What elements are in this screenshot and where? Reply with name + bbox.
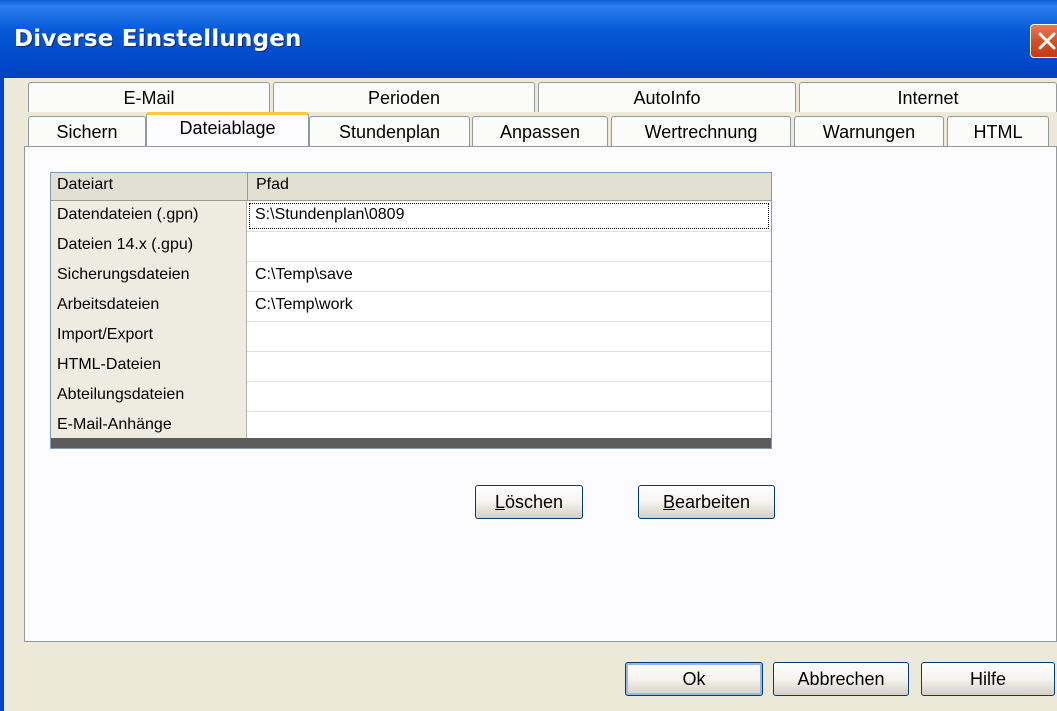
file-type-cell: Sicherungsdateien <box>51 261 247 291</box>
table-row[interactable]: Datendateien (.gpn) S:\Stundenplan\0809 <box>51 201 771 232</box>
tab-wertrechnung[interactable]: Wertrechnung <box>611 116 791 146</box>
path-cell[interactable]: C:\Temp\work <box>247 291 771 321</box>
tab-warnungen[interactable]: Warnungen <box>794 116 944 146</box>
tab-label: Sichern <box>56 122 118 142</box>
tab-stundenplan[interactable]: Stundenplan <box>309 116 470 146</box>
file-type-cell: Datendateien (.gpn) <box>51 201 247 231</box>
table-row[interactable]: Arbeitsdateien C:\Temp\work <box>51 291 771 322</box>
file-type-cell: Abteilungsdateien <box>51 381 247 411</box>
delete-button[interactable]: Löschen <box>475 485 583 519</box>
tab-label: AutoInfo <box>633 88 701 108</box>
file-type-cell: Dateien 14.x (.gpu) <box>51 231 247 261</box>
close-icon <box>1038 32 1056 50</box>
delete-mnemonic: L <box>494 492 505 512</box>
file-location-grid[interactable]: Dateiart Pfad Datendateien (.gpn) S:\Stu… <box>50 172 772 449</box>
window-title: Diverse Einstellungen <box>14 26 302 52</box>
tab-dateiablage[interactable]: Dateiablage <box>146 112 309 146</box>
ok-button[interactable]: Ok <box>625 662 763 696</box>
file-type-cell: Arbeitsdateien <box>51 291 247 321</box>
path-cell[interactable] <box>247 411 771 441</box>
table-row[interactable]: HTML-Dateien <box>51 351 771 382</box>
path-cell[interactable]: S:\Stundenplan\0809 <box>247 201 771 231</box>
cancel-button[interactable]: Abbrechen <box>773 662 909 696</box>
path-cell[interactable] <box>247 351 771 381</box>
path-cell[interactable] <box>247 321 771 351</box>
tab-label: E-Mail <box>123 88 175 108</box>
grid-footer-bar <box>51 438 771 448</box>
title-bar: Diverse Einstellungen <box>0 0 1057 78</box>
table-row[interactable]: Sicherungsdateien C:\Temp\save <box>51 261 771 292</box>
tab-anpassen[interactable]: Anpassen <box>472 116 608 146</box>
table-row[interactable]: Dateien 14.x (.gpu) <box>51 231 771 262</box>
tab-autoinfo[interactable]: AutoInfo <box>538 82 796 112</box>
path-cell[interactable] <box>247 381 771 411</box>
edit-label: earbeiten <box>674 492 751 512</box>
path-cell[interactable]: C:\Temp\save <box>247 261 771 291</box>
help-button[interactable]: Hilfe <box>921 662 1055 696</box>
delete-label: öschen <box>504 492 564 512</box>
close-button[interactable] <box>1030 24 1057 58</box>
tab-internet[interactable]: Internet <box>799 82 1057 112</box>
tab-label: Warnungen <box>822 122 916 142</box>
file-type-cell: E-Mail-Anhänge <box>51 411 247 441</box>
file-type-cell: HTML-Dateien <box>51 351 247 381</box>
grid-header: Dateiart Pfad <box>51 173 771 201</box>
tab-perioden[interactable]: Perioden <box>273 82 535 112</box>
tab-e-mail[interactable]: E-Mail <box>28 82 270 112</box>
tab-label: Internet <box>897 88 959 108</box>
column-separator <box>247 173 248 200</box>
column-header-dateiart[interactable]: Dateiart <box>57 176 113 194</box>
tab-label: Anpassen <box>499 122 581 142</box>
table-row[interactable]: Import/Export <box>51 321 771 352</box>
file-type-cell: Import/Export <box>51 321 247 351</box>
edit-button[interactable]: Bearbeiten <box>638 485 775 519</box>
column-header-pfad[interactable]: Pfad <box>256 176 289 194</box>
edit-mnemonic: B <box>662 492 675 512</box>
tab-sichern[interactable]: Sichern <box>28 116 146 146</box>
tab-label: HTML <box>973 122 1023 142</box>
tab-label: Dateiablage <box>179 118 276 138</box>
tab-label: Perioden <box>367 88 441 108</box>
path-cell[interactable] <box>247 231 771 261</box>
table-row[interactable]: Abteilungsdateien <box>51 381 771 412</box>
tab-html[interactable]: HTML <box>947 116 1049 146</box>
tab-label: Wertrechnung <box>644 122 758 142</box>
tab-label: Stundenplan <box>338 122 441 142</box>
